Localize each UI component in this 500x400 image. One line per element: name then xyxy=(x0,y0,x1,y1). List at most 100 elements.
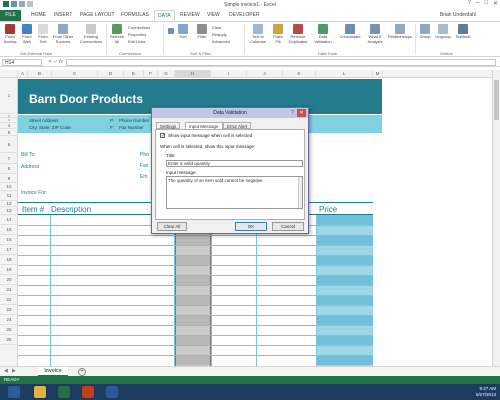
row-header-5[interactable]: 5 xyxy=(0,129,18,136)
properties-button[interactable]: Properties xyxy=(128,32,146,37)
selected-column-h[interactable] xyxy=(175,215,211,366)
email-label[interactable]: Em xyxy=(140,174,148,180)
tab-page-layout[interactable]: PAGE LAYOUT xyxy=(80,12,115,18)
help-icon[interactable]: ? xyxy=(291,110,294,116)
column-header-f[interactable]: F xyxy=(144,70,158,78)
vertical-scrollbar[interactable] xyxy=(492,70,500,366)
table-row[interactable] xyxy=(18,285,373,286)
description-header[interactable]: Description xyxy=(51,205,91,214)
row-header-13[interactable]: 13 xyxy=(0,207,18,215)
table-row[interactable] xyxy=(18,255,373,256)
excel-taskbar-icon[interactable] xyxy=(58,386,70,398)
select-all-corner[interactable] xyxy=(0,70,18,78)
subtotal-button[interactable]: Subtotal xyxy=(454,24,472,40)
address-label[interactable]: Address xyxy=(21,164,39,170)
filter-button[interactable]: Filter xyxy=(196,24,208,40)
price-column[interactable] xyxy=(316,215,373,366)
row-header-14[interactable]: 14 xyxy=(0,215,18,225)
user-name[interactable]: Brian Underdahl xyxy=(440,12,476,18)
table-row[interactable] xyxy=(18,235,373,236)
dialog-title[interactable]: Data Validation xyxy=(152,108,308,118)
from-web-button[interactable]: From Web xyxy=(20,24,34,44)
column-header-l[interactable]: L xyxy=(316,70,373,78)
title-input[interactable]: Enter a valid quantity xyxy=(166,160,303,167)
fax-label[interactable]: Fax xyxy=(140,163,148,169)
fax-number[interactable]: Fax Number xyxy=(119,125,144,130)
row-header-15[interactable]: 15 xyxy=(0,225,18,235)
column-header-h[interactable]: H xyxy=(175,70,211,78)
invoice-for-label[interactable]: Invoice For: xyxy=(21,190,47,196)
column-header-a[interactable]: A xyxy=(18,70,28,78)
add-sheet-button[interactable]: + xyxy=(78,368,86,376)
table-row[interactable] xyxy=(18,275,373,276)
column-header-c[interactable]: C xyxy=(52,70,98,78)
table-row[interactable] xyxy=(18,315,373,316)
row-header-23[interactable]: 23 xyxy=(0,305,18,315)
sort-az-button[interactable] xyxy=(166,28,176,35)
show-input-message-checkbox[interactable]: ✓ xyxy=(160,133,165,139)
prev-sheet-icon[interactable]: ◀ xyxy=(4,368,8,374)
ungroup-button[interactable]: Ungroup xyxy=(434,24,452,40)
message-scrollbar[interactable] xyxy=(298,177,302,208)
column-header-m[interactable]: M xyxy=(373,70,383,78)
relationships-button[interactable]: Relationships xyxy=(387,24,413,40)
tab-view[interactable]: VIEW xyxy=(207,12,220,18)
table-row[interactable] xyxy=(18,245,373,246)
column-header-d[interactable]: D xyxy=(98,70,124,78)
advanced-button[interactable]: Advanced xyxy=(212,39,230,44)
ie-icon[interactable] xyxy=(8,386,20,398)
column-header-g[interactable]: G xyxy=(158,70,175,78)
item-number-header[interactable]: Item # xyxy=(22,205,44,214)
phone-number[interactable]: Phone Number xyxy=(119,118,149,123)
refresh-all-button[interactable]: Refresh All xyxy=(110,24,124,44)
fx-icon[interactable]: fx xyxy=(59,59,63,65)
what-if-analysis-button[interactable]: What-If Analysis xyxy=(365,24,385,44)
name-box[interactable]: H14 xyxy=(2,59,42,66)
row-header-19[interactable]: 19 xyxy=(0,265,18,275)
price-header[interactable]: Price xyxy=(319,205,337,214)
clear-filter-button[interactable]: Clear xyxy=(212,25,222,30)
from-other-sources-button[interactable]: From Other Sources xyxy=(51,24,75,44)
formula-input[interactable] xyxy=(66,59,496,66)
column-header-e[interactable]: E xyxy=(124,70,144,78)
table-row[interactable] xyxy=(18,265,373,266)
table-row[interactable] xyxy=(18,345,373,346)
clear-all-button[interactable]: Clear All xyxy=(157,222,187,231)
phone-label[interactable]: Pho xyxy=(140,152,149,158)
row-header-10[interactable]: 10 xyxy=(0,183,18,191)
from-access-button[interactable]: From Access xyxy=(2,24,18,44)
remove-duplicates-button[interactable]: Remove Duplicates xyxy=(288,24,308,44)
row-header-6[interactable]: 6 xyxy=(0,136,18,153)
connections-button[interactable]: Connections xyxy=(128,25,150,30)
column-header-b[interactable]: B xyxy=(28,70,52,78)
scrollbar-thumb[interactable] xyxy=(494,80,499,120)
tab-data[interactable]: DATA xyxy=(154,10,175,21)
reapply-button[interactable]: Reapply xyxy=(212,32,227,37)
row-header-21[interactable]: 21 xyxy=(0,285,18,295)
row-header-22[interactable]: 22 xyxy=(0,295,18,305)
system-clock[interactable]: 9:27 AM 6/27/2013 xyxy=(476,386,496,398)
word-icon[interactable] xyxy=(106,386,118,398)
table-row[interactable] xyxy=(18,295,373,296)
row-header-16[interactable]: 16 xyxy=(0,235,18,245)
row-header-25[interactable]: 25 xyxy=(0,325,18,335)
tab-developer[interactable]: DEVELOPER xyxy=(229,12,260,18)
minimize-icon[interactable]: – xyxy=(476,0,479,7)
row-header-7[interactable]: 7 xyxy=(0,153,18,164)
table-row[interactable] xyxy=(18,305,373,306)
edit-links-button[interactable]: Edit Links xyxy=(128,39,145,44)
text-to-columns-button[interactable]: Text to Columns xyxy=(248,24,268,44)
company-name[interactable]: Barn Door Products xyxy=(29,92,143,106)
existing-connections-button[interactable]: Existing Connections xyxy=(79,24,103,44)
sort-button[interactable]: Sort xyxy=(176,24,190,40)
column-header-k[interactable]: K xyxy=(283,70,316,78)
group-button[interactable]: Group xyxy=(418,24,432,40)
row-header-18[interactable]: 18 xyxy=(0,255,18,265)
row-header-9[interactable]: 9 xyxy=(0,174,18,183)
column-header-j[interactable]: J xyxy=(247,70,283,78)
tab-insert[interactable]: INSERT xyxy=(54,12,72,18)
table-row[interactable] xyxy=(18,335,373,336)
next-sheet-icon[interactable]: ▶ xyxy=(12,368,16,374)
ok-button[interactable]: OK xyxy=(235,222,267,231)
cancel-button[interactable]: Cancel xyxy=(272,222,304,231)
